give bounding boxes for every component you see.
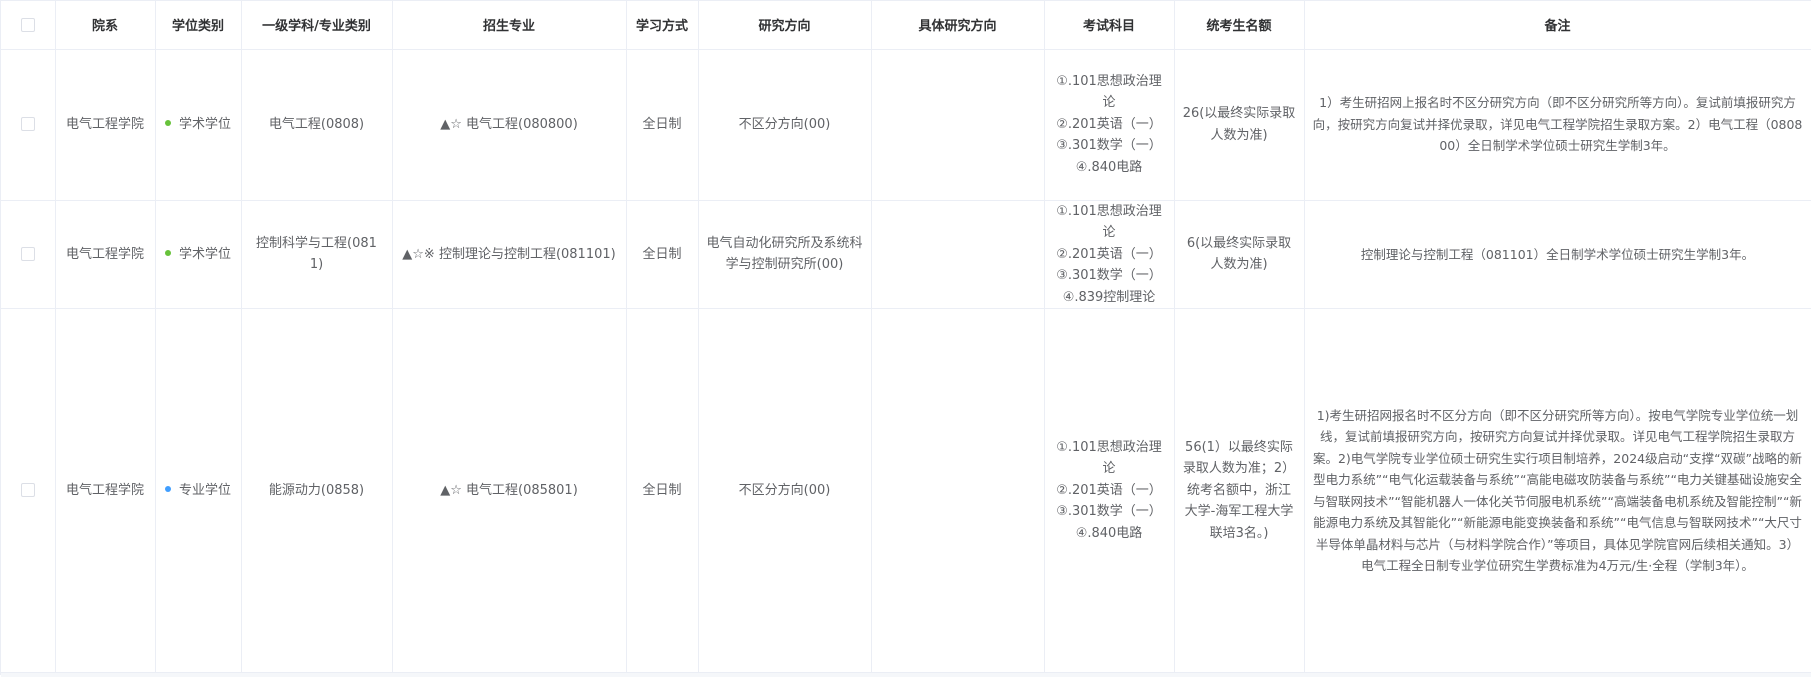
header-exam-subjects: 考试科目 bbox=[1044, 1, 1175, 50]
discipline-cell: 控制科学与工程(0811) bbox=[241, 200, 393, 309]
degree-type-cell: 学术学位 bbox=[155, 49, 242, 201]
exam-subject-2: ②.201英语（一） bbox=[1056, 482, 1162, 498]
major-cell: ▲☆ 电气工程(085801) bbox=[392, 308, 627, 673]
notes-cell: 1）考生研招网上报名时不区分研究方向（即不区分研究所等方向）。复试前填报研究方向… bbox=[1304, 49, 1811, 201]
exam-subject-1: ①.101思想政治理论 bbox=[1056, 73, 1162, 111]
quota-cell: 6(以最终实际录取人数为准) bbox=[1174, 200, 1305, 309]
header-quota: 统考生名额 bbox=[1174, 1, 1305, 50]
study-mode-cell: 全日制 bbox=[626, 308, 699, 673]
row-select-cell[interactable] bbox=[1, 200, 56, 309]
notes-cell: 控制理论与控制工程（081101）全日制学术学位硕士研究生学制3年。 bbox=[1304, 200, 1811, 309]
study-mode-cell: 全日制 bbox=[626, 49, 699, 201]
exam-subject-3: ③.301数学（一） bbox=[1056, 138, 1162, 154]
research-direction-cell: 不区分方向(00) bbox=[698, 49, 872, 201]
table-body: 电气工程学院 学术学位 电气工程(0808) ▲☆ 电气工程(080800) 全… bbox=[1, 49, 1811, 673]
exam-subject-3: ③.301数学（一） bbox=[1056, 268, 1162, 283]
header-row: 院系 学位类别 一级学科/专业类别 招生专业 学习方式 研究方向 具体研究方向 … bbox=[1, 1, 1811, 50]
professional-degree-dot-icon bbox=[164, 486, 171, 493]
study-mode-cell: 全日制 bbox=[626, 200, 699, 309]
header-major: 招生专业 bbox=[392, 1, 627, 50]
table-row: 电气工程学院 专业学位 能源动力(0858) ▲☆ 电气工程(085801) 全… bbox=[1, 308, 1811, 673]
academic-degree-dot-icon bbox=[164, 250, 171, 256]
header-study-mode: 学习方式 bbox=[626, 1, 699, 50]
header-notes: 备注 bbox=[1304, 1, 1811, 50]
row-checkbox[interactable] bbox=[20, 117, 35, 132]
department-cell: 电气工程学院 bbox=[55, 49, 156, 201]
specific-direction-cell bbox=[871, 49, 1045, 201]
research-direction-cell: 电气自动化研究所及系统科学与控制研究所(00) bbox=[698, 200, 872, 309]
degree-type-label: 专业学位 bbox=[178, 482, 231, 498]
department-cell: 电气工程学院 bbox=[55, 200, 156, 309]
row-select-cell[interactable] bbox=[1, 308, 56, 673]
admissions-table-container: 院系 学位类别 一级学科/专业类别 招生专业 学习方式 研究方向 具体研究方向 … bbox=[0, 0, 1811, 677]
table-footer-bar bbox=[1, 673, 1811, 677]
department-cell: 电气工程学院 bbox=[55, 308, 156, 673]
header-research-direction: 研究方向 bbox=[698, 1, 872, 50]
table-row: 电气工程学院 学术学位 电气工程(0808) ▲☆ 电气工程(080800) 全… bbox=[1, 49, 1811, 201]
specific-direction-cell bbox=[871, 200, 1045, 309]
exam-subject-1: ①.101思想政治理论 bbox=[1056, 203, 1162, 241]
header-specific-direction: 具体研究方向 bbox=[871, 1, 1045, 50]
exam-subject-2: ②.201英语（一） bbox=[1056, 116, 1162, 132]
notes-cell: 1)考生研招网报名时不区分方向（即不区分研究所等方向）。按电气学院专业学位统一划… bbox=[1304, 308, 1811, 673]
discipline-cell: 能源动力(0858) bbox=[241, 308, 393, 673]
degree-type-label: 学术学位 bbox=[178, 246, 231, 262]
row-checkbox[interactable] bbox=[20, 483, 35, 498]
quota-cell: 56(1）以最终实际录取人数为准；2）统考名额中，浙江大学-海军工程大学联培3名… bbox=[1174, 308, 1305, 673]
row-checkbox[interactable] bbox=[20, 247, 35, 261]
specific-direction-cell bbox=[871, 308, 1045, 673]
discipline-cell: 电气工程(0808) bbox=[241, 49, 393, 201]
degree-type-label: 学术学位 bbox=[178, 116, 231, 132]
table-row: 电气工程学院 学术学位 控制科学与工程(0811) ▲☆※ 控制理论与控制工程(… bbox=[1, 200, 1811, 309]
major-cell: ▲☆ 电气工程(080800) bbox=[392, 49, 627, 201]
research-direction-cell: 不区分方向(00) bbox=[698, 308, 872, 673]
table-header: 院系 学位类别 一级学科/专业类别 招生专业 学习方式 研究方向 具体研究方向 … bbox=[1, 1, 1811, 50]
degree-type-cell: 学术学位 bbox=[155, 200, 242, 309]
quota-cell: 26(以最终实际录取人数为准) bbox=[1174, 49, 1305, 201]
header-department: 院系 bbox=[55, 1, 156, 50]
exam-subject-4: ④.839控制理论 bbox=[1062, 289, 1156, 305]
select-all-cell[interactable] bbox=[1, 1, 56, 50]
degree-type-cell: 专业学位 bbox=[155, 308, 242, 673]
exam-subject-4: ④.840电路 bbox=[1075, 159, 1143, 175]
exam-subject-2: ②.201英语（一） bbox=[1056, 246, 1162, 262]
major-cell: ▲☆※ 控制理论与控制工程(081101) bbox=[392, 200, 627, 309]
exam-subject-3: ③.301数学（一） bbox=[1056, 504, 1162, 520]
exam-subjects-cell: ①.101思想政治理论 ②.201英语（一） ③.301数学（一） ④.840电… bbox=[1044, 49, 1175, 201]
academic-degree-dot-icon bbox=[164, 120, 171, 127]
select-all-checkbox[interactable] bbox=[20, 17, 35, 32]
exam-subject-4: ④.840电路 bbox=[1075, 525, 1143, 541]
exam-subject-1: ①.101思想政治理论 bbox=[1056, 439, 1162, 477]
exam-subjects-cell: ①.101思想政治理论 ②.201英语（一） ③.301数学（一） ④.840电… bbox=[1044, 308, 1175, 673]
row-select-cell[interactable] bbox=[1, 49, 56, 201]
admissions-table: 院系 学位类别 一级学科/专业类别 招生专业 学习方式 研究方向 具体研究方向 … bbox=[1, 1, 1811, 673]
exam-subjects-cell: ①.101思想政治理论 ②.201英语（一） ③.301数学（一） ④.839控… bbox=[1044, 200, 1175, 309]
header-degree-type: 学位类别 bbox=[155, 1, 242, 50]
header-discipline: 一级学科/专业类别 bbox=[241, 1, 393, 50]
